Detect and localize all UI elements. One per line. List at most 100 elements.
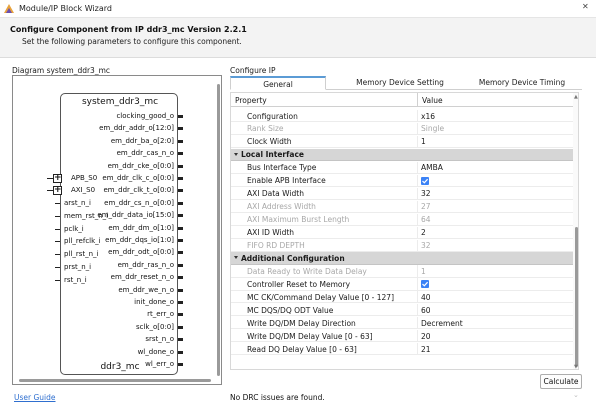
property-value[interactable]: 1	[421, 137, 426, 146]
input-pin	[55, 203, 60, 204]
output-port-label: em_ddr_clk_t_o[0:0]	[103, 186, 175, 195]
output-pin	[178, 201, 183, 205]
diagram-hscroll-thumb[interactable]	[19, 379, 211, 382]
property-row[interactable]: Configuration x16	[231, 110, 573, 123]
app-icon	[4, 4, 14, 13]
output-port-label: em_ddr_ba_o[2:0]	[110, 136, 174, 145]
chevron-down-icon[interactable]: ⌄	[573, 391, 579, 399]
property-row: Rank Size Single	[231, 122, 573, 136]
property-label: AXI ID Width	[247, 228, 295, 238]
property-row[interactable]: Bus Interface Type AMBA	[231, 161, 573, 174]
output-port-label: em_ddr_odt_o[0:0]	[108, 248, 174, 257]
property-row[interactable]: Controller Reset to Memory	[231, 278, 573, 291]
property-value: Single	[421, 124, 445, 134]
ip-block: system_ddr3_mc ddr3_mc clocking_good_o em…	[60, 93, 178, 375]
output-port-label: em_ddr_ras_n_o	[117, 260, 174, 269]
input-port-label: pll_rst_n_i	[64, 250, 99, 258]
property-row: AXI Address Width 27	[231, 200, 573, 213]
output-port-label: sclk_o[0:0]	[135, 322, 174, 331]
output-pin	[178, 251, 183, 255]
diagram-horizontal-scrollbar[interactable]	[17, 378, 213, 383]
property-value[interactable]: 40	[421, 293, 431, 302]
property-value[interactable]: x16	[421, 112, 435, 121]
diagram-vscroll-thumb[interactable]	[217, 84, 220, 376]
output-port-label: em_ddr_clk_c_o[0:0]	[102, 174, 174, 182]
output-port-label: em_ddr_data_io[15:0]	[97, 211, 174, 220]
collapse-arrow-icon[interactable]	[234, 152, 238, 156]
diagram-vertical-scrollbar[interactable]	[216, 82, 221, 378]
property-value: 32	[421, 241, 431, 250]
input-port-label: rst_n_i	[64, 276, 87, 284]
config-label: Configure IP	[230, 66, 276, 75]
property-value[interactable]: Decrement	[421, 319, 463, 328]
input-port-label: pclk_i	[64, 225, 84, 233]
property-row[interactable]: Read DQ Delay Value [0 - 63] 21	[231, 343, 573, 356]
property-label: Enable APB Interface	[247, 176, 326, 186]
property-value[interactable]: 32	[421, 189, 431, 198]
property-value: 1	[421, 266, 426, 276]
property-row: AXI Maximum Burst Length 64	[231, 213, 573, 226]
output-port-label: srst_n_o	[145, 335, 174, 344]
collapse-arrow-icon[interactable]	[234, 256, 238, 260]
output-port-label: wl_err_o	[145, 360, 174, 368]
tab-general[interactable]: General	[230, 76, 326, 90]
section-label: Additional Configuration	[241, 253, 345, 263]
input-port-label: pll_refclk_i	[64, 237, 101, 245]
checkmark-icon	[422, 282, 429, 288]
output-pin	[178, 301, 183, 304]
output-pin	[178, 189, 183, 193]
checkbox[interactable]	[421, 176, 429, 185]
property-value[interactable]: 20	[421, 332, 431, 341]
output-pin	[178, 276, 183, 280]
property-row[interactable]: Write DQ/DM Delay Value [0 - 63] 20	[231, 330, 573, 343]
grid-scroll-thumb[interactable]	[574, 227, 578, 367]
property-row: FIFO RD DEPTH 32	[231, 239, 573, 252]
property-label: Rank Size	[247, 124, 284, 134]
close-icon[interactable]: ✕	[582, 2, 589, 11]
input-pin	[55, 241, 60, 242]
bus-interface-icon[interactable]: +	[53, 173, 62, 183]
section-header[interactable]: Local Interface	[231, 148, 573, 162]
output-port-label: em_ddr_cas_n_o	[116, 149, 174, 158]
output-port-label: em_ddr_dm_o[1:0]	[108, 223, 174, 232]
property-value: 64	[421, 215, 431, 225]
tab-memory-device-setting[interactable]: Memory Device Setting	[340, 76, 460, 90]
property-row[interactable]: Write DQ/DM Delay Direction Decrement	[231, 317, 573, 330]
bus-interface-icon[interactable]: +	[53, 185, 62, 195]
property-row[interactable]: MC DQS/DQ ODT Value 60	[231, 304, 573, 317]
property-row[interactable]: MC CK/Command Delay Value [0 - 127] 40	[231, 291, 573, 304]
checkbox[interactable]	[421, 280, 429, 289]
property-row[interactable]: Clock Width 1	[231, 135, 573, 149]
input-pin	[55, 216, 60, 217]
scroll-up-icon[interactable]: ▲	[574, 94, 578, 100]
header-title: Configure Component from IP ddr3_mc Vers…	[10, 25, 247, 34]
column-header-property: Property	[235, 96, 267, 105]
grid-scrollbar[interactable]: ▲ ▼	[573, 93, 578, 369]
property-value[interactable]: 60	[421, 306, 431, 315]
output-pin	[178, 177, 183, 180]
user-guide-link[interactable]: User Guide	[14, 393, 56, 402]
property-value[interactable]: 2	[421, 228, 426, 237]
output-pin	[178, 127, 183, 131]
property-label: FIFO RD DEPTH	[247, 241, 305, 250]
property-value[interactable]: 21	[421, 345, 431, 354]
property-label: Bus Interface Type	[247, 163, 317, 173]
calculate-button[interactable]: Calculate	[540, 374, 582, 389]
section-header[interactable]: Additional Configuration	[231, 252, 573, 265]
input-port-label: prst_n_i	[64, 263, 92, 271]
grid-header: Property Value	[231, 93, 578, 107]
scroll-down-icon[interactable]: ▼	[574, 364, 578, 369]
property-row[interactable]: AXI Data Width 32	[231, 187, 573, 200]
output-pin	[178, 313, 183, 317]
property-row[interactable]: Enable APB Interface	[231, 174, 573, 187]
property-row[interactable]: AXI ID Width 2	[231, 226, 573, 239]
input-pin	[55, 280, 60, 281]
output-port-label: em_ddr_dqs_io[1:0]	[105, 236, 174, 244]
output-port-label: em_ddr_reset_n_o	[110, 273, 174, 282]
property-value[interactable]: AMBA	[421, 163, 443, 172]
output-pin	[178, 338, 183, 342]
output-port-label: em_ddr_we_n_o	[118, 285, 174, 294]
tab-memory-device-timing[interactable]: Memory Device Timing	[462, 76, 582, 90]
output-port-label: em_ddr_cke_o[0:0]	[107, 161, 174, 170]
checkmark-icon	[422, 178, 429, 184]
